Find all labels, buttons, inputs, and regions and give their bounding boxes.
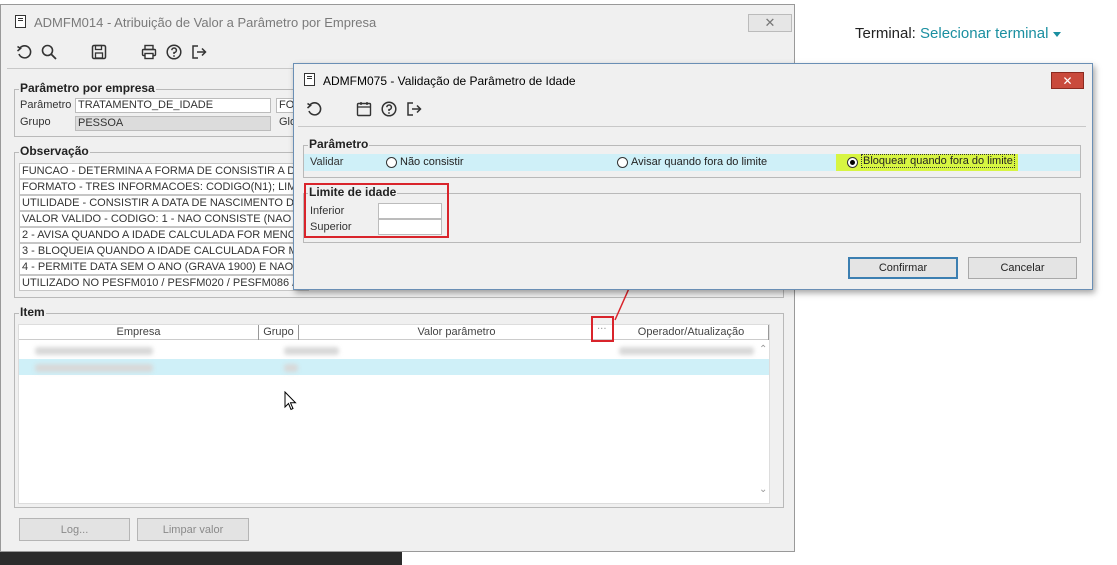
search-icon[interactable] <box>39 42 59 62</box>
terminal-label: Terminal: <box>855 25 916 42</box>
redacted-cell <box>284 364 298 372</box>
dialog-param-legend: Parâmetro <box>308 137 370 151</box>
param-field[interactable]: TRATAMENTO_DE_IDADE <box>75 98 271 113</box>
document-icon <box>15 15 26 28</box>
col-empresa[interactable]: Empresa <box>19 325 259 340</box>
log-button[interactable]: Log... <box>19 518 130 541</box>
validar-label: Validar <box>310 156 344 168</box>
radio-icon[interactable] <box>617 156 628 168</box>
scroll-up-icon[interactable]: ⌃ <box>759 344 767 355</box>
dialog-title: ADMFM075 - Validação de Parâmetro de Ida… <box>323 74 576 88</box>
exit-icon[interactable] <box>189 42 209 62</box>
main-titlebar: ADMFM014 - Atribuição de Valor a Parâmet… <box>1 5 794 38</box>
caret-down-icon[interactable] <box>1053 31 1062 37</box>
document-icon <box>304 73 315 86</box>
main-close-button[interactable]: ✕ <box>748 14 792 32</box>
param-label: Parâmetro <box>20 99 72 111</box>
param-group-legend: Parâmetro por empresa <box>19 81 156 95</box>
item-legend: Item <box>19 305 46 319</box>
radio-label[interactable]: Bloquear quando fora do limite <box>861 154 1015 168</box>
confirm-button[interactable]: Confirmar <box>848 257 958 279</box>
col-grupo[interactable]: Grupo <box>259 325 299 340</box>
observacao-line: UTILIZADO NO PESFM010 / PESFM020 / PESFM… <box>19 275 309 291</box>
col-valor-parametro[interactable]: Valor parâmetro <box>299 325 614 340</box>
table-row[interactable] <box>19 359 769 375</box>
observacao-legend: Observação <box>19 144 90 158</box>
help-icon[interactable] <box>164 42 184 62</box>
print-icon[interactable] <box>139 42 159 62</box>
observacao-line: FORMATO - TRES INFORMACOES: CODIGO(N1); … <box>19 179 309 195</box>
observacao-line: 4 - PERMITE DATA SEM O ANO (GRAVA 1900) … <box>19 259 309 275</box>
mouse-cursor-icon <box>284 390 298 414</box>
annotation-box <box>304 183 449 238</box>
radio-label[interactable]: Avisar quando fora do limite <box>631 156 767 168</box>
validar-row: Validar Não consistir Avisar quando fora… <box>304 154 1080 171</box>
refresh-icon[interactable] <box>304 99 324 119</box>
dialog-close-button[interactable]: ✕ <box>1051 72 1084 89</box>
redacted-cell <box>619 347 754 355</box>
scroll-down-icon[interactable]: ⌄ <box>759 484 767 495</box>
observacao-line: FUNCAO - DETERMINA A FORMA DE CONSISTIR … <box>19 163 309 179</box>
observacao-lines: FUNCAO - DETERMINA A FORMA DE CONSISTIR … <box>19 163 309 291</box>
dialog-toolbar-divider <box>298 126 1086 127</box>
table-row[interactable] <box>19 342 755 358</box>
redacted-cell <box>284 347 339 355</box>
cancel-button[interactable]: Cancelar <box>968 257 1077 279</box>
dialog-param-group: Parâmetro Validar Não consistir Avisar q… <box>303 137 1081 178</box>
radio-nao-consistir[interactable]: Não consistir <box>386 155 464 168</box>
radio-avisar[interactable]: Avisar quando fora do limite <box>617 155 767 168</box>
save-icon[interactable] <box>89 42 109 62</box>
select-terminal-link[interactable]: Selecionar terminal <box>920 25 1048 42</box>
observacao-line: UTILIDADE - CONSISTIR A DATA DE NASCIMEN… <box>19 195 309 211</box>
redacted-cell <box>35 364 153 372</box>
calendar-icon[interactable] <box>354 99 374 119</box>
terminal-selector: Terminal: Selecionar terminal <box>855 25 1062 42</box>
radio-icon[interactable] <box>386 156 397 168</box>
taskbar-strip <box>0 552 402 565</box>
observacao-line: VALOR VALIDO - CODIGO: 1 - NAO CONSISTE … <box>19 211 309 227</box>
radio-label[interactable]: Não consistir <box>400 156 464 168</box>
item-grid: Empresa Grupo Valor parâmetro Operador/A… <box>18 324 770 504</box>
refresh-icon[interactable] <box>14 42 34 62</box>
item-group: Item Empresa Grupo Valor parâmetro Opera… <box>14 305 784 508</box>
main-title: ADMFM014 - Atribuição de Valor a Parâmet… <box>34 15 377 30</box>
dialog-window: ADMFM075 - Validação de Parâmetro de Ida… <box>293 63 1093 290</box>
observacao-line: 3 - BLOQUEIA QUANDO A IDADE CALCULADA FO… <box>19 243 309 259</box>
observacao-line: 2 - AVISA QUANDO A IDADE CALCULADA FOR M… <box>19 227 309 243</box>
group-field: PESSOA <box>75 116 271 131</box>
radio-bloquear[interactable]: Bloquear quando fora do limite <box>836 154 1018 171</box>
help-icon[interactable] <box>379 99 399 119</box>
grid-scrollbar[interactable]: ⌃ ⌄ <box>757 342 769 502</box>
group-label: Grupo <box>20 116 51 128</box>
dialog-titlebar: ADMFM075 - Validação de Parâmetro de Ida… <box>294 64 1092 94</box>
redacted-cell <box>35 347 153 355</box>
exit-icon[interactable] <box>404 99 424 119</box>
radio-selected-icon[interactable] <box>847 157 858 168</box>
clear-value-button[interactable]: Limpar valor <box>137 518 249 541</box>
